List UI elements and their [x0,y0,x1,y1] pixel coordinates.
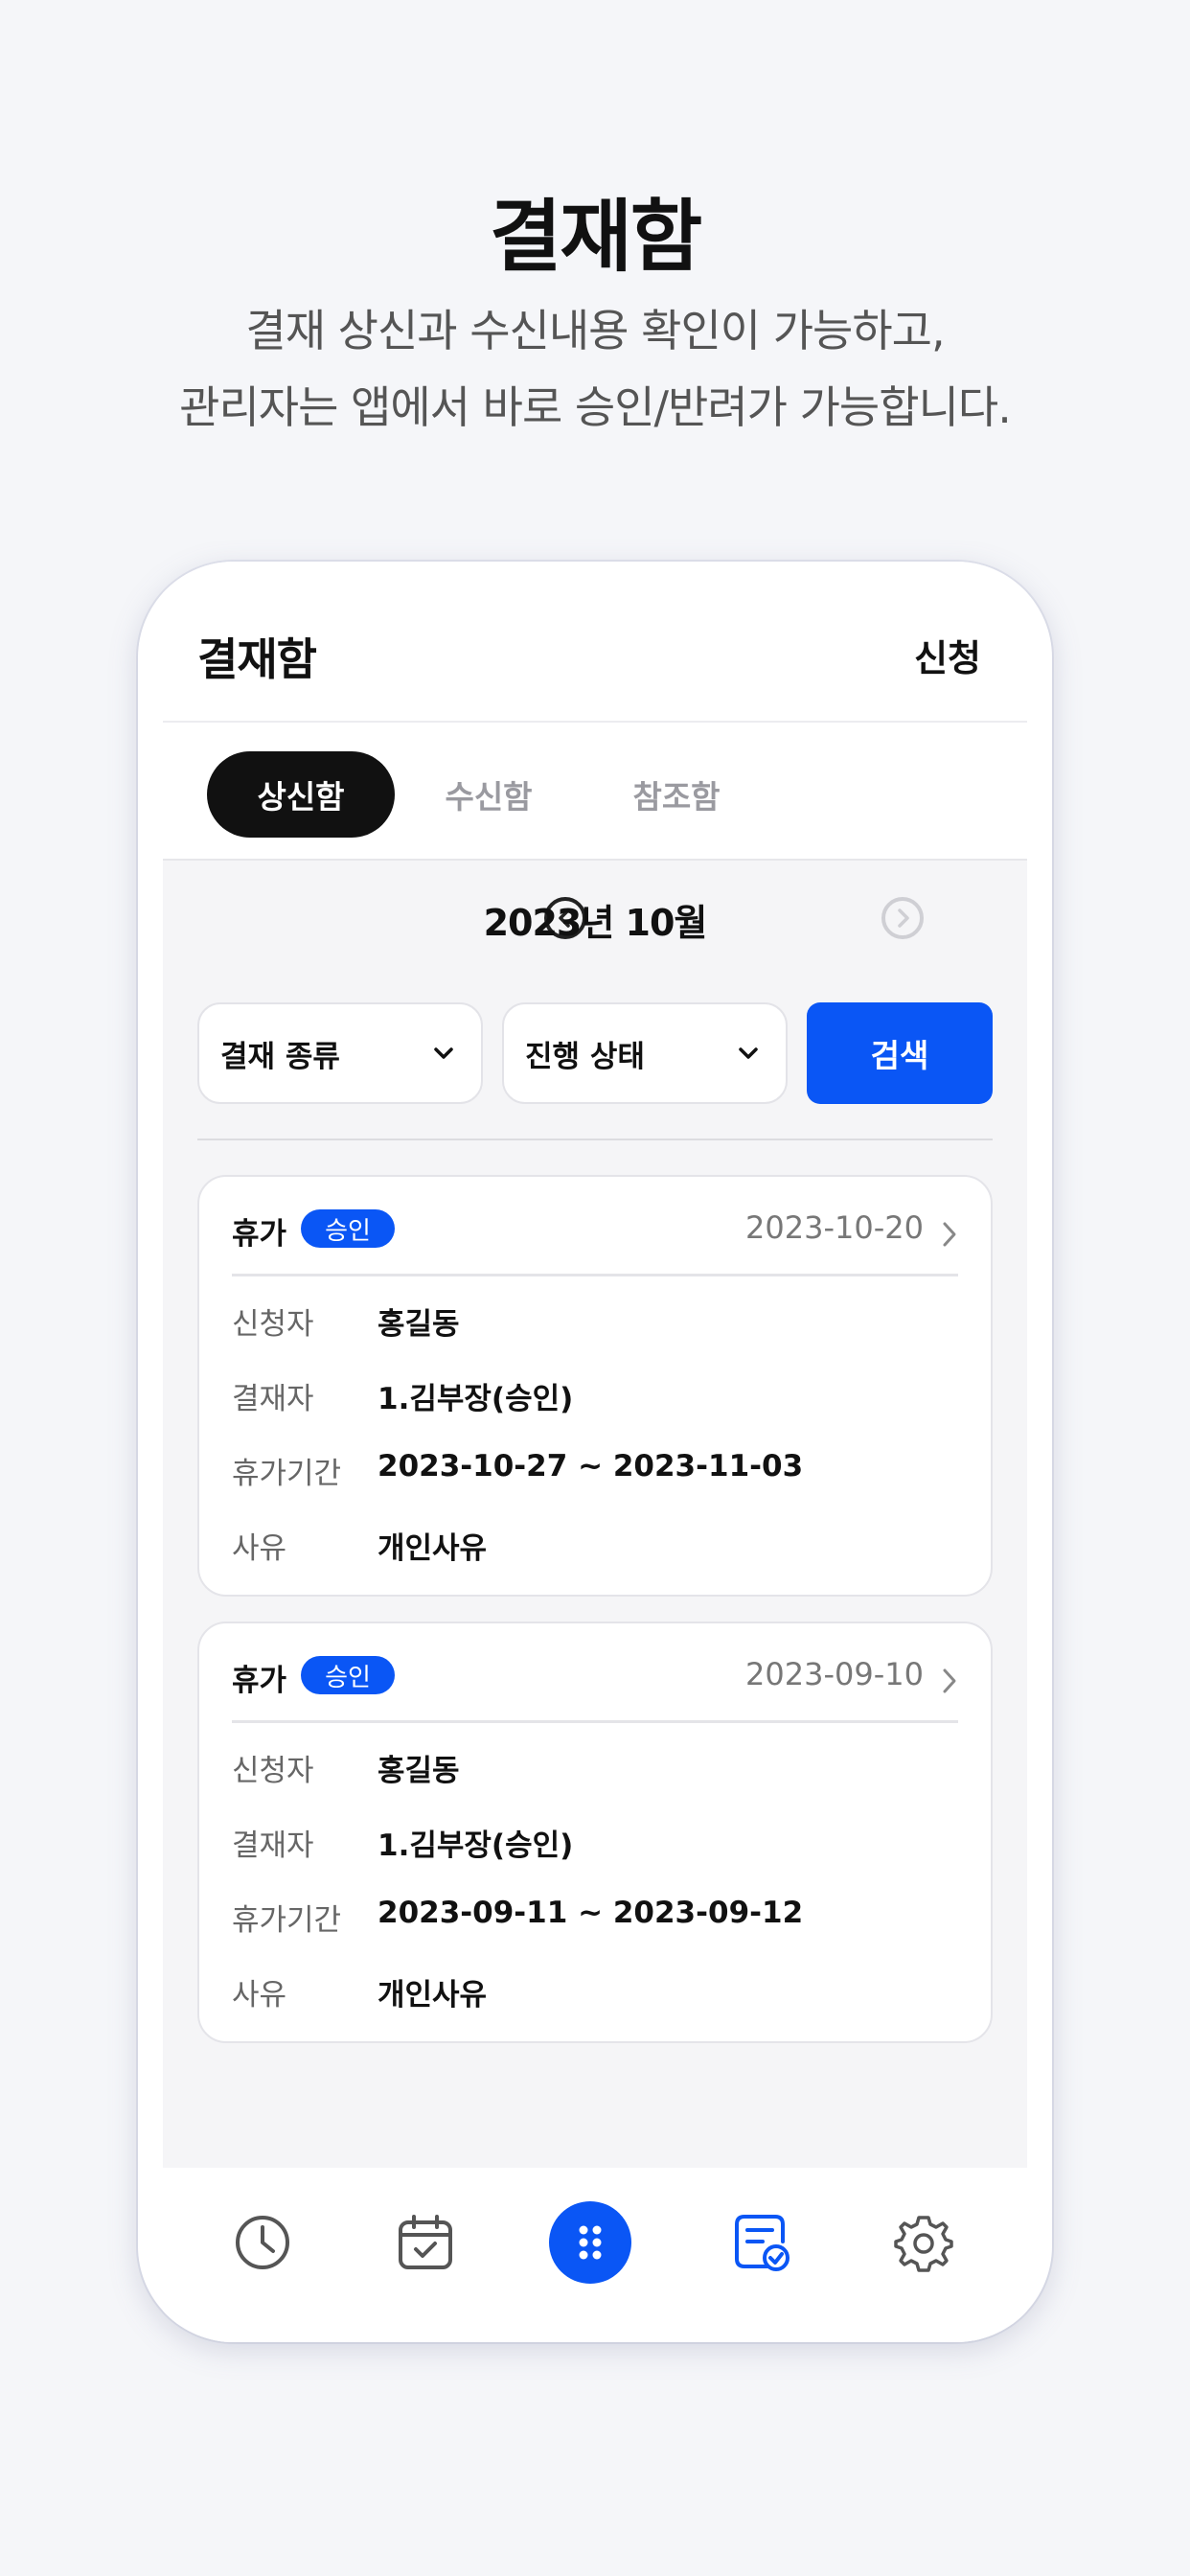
row-value: 2023-10-27 ~ 2023-11-03 [378,1449,804,1484]
bottom-nav [163,2168,1027,2342]
hero-subtitle-line-1: 결재 상신과 수신내용 확인이 가능하고, [245,305,945,356]
status-badge: 승인 [301,1656,395,1694]
row-key: 사유 [232,1978,287,2012]
tab-received[interactable]: 수신함 [395,751,583,838]
tab-reference[interactable]: 참조함 [583,751,770,838]
app-screen: 결재함 신청 상신함 수신함 참조함 2023년 10월 결재 종류 진행 상태… [163,562,1027,2342]
approval-doc-icon[interactable] [721,2202,801,2283]
page-title: 결재함 [197,633,317,685]
card-header: 휴가 승인 2023-10-20 [232,1177,958,1276]
row-value: 1.김부장(승인) [378,1828,574,1863]
chevron-right-icon [943,1668,956,1693]
chevron-right-icon [943,1222,956,1247]
clock-icon[interactable] [222,2202,303,2283]
row-value: 2023-09-11 ~ 2023-09-12 [378,1896,804,1930]
tab-bar: 상신함 수신함 참조함 [163,723,1027,861]
approval-type-select-label: 결재 종류 [220,1039,340,1074]
apps-grid-button-bg [549,2201,631,2284]
search-button[interactable]: 검색 [807,1002,993,1104]
settings-gear-icon[interactable] [883,2202,964,2283]
chevron-down-icon [739,1047,758,1059]
approval-card[interactable]: 휴가 승인 2023-10-20 신청자 홍길동 결재자 1.김부장(승인) 휴가기… [197,1175,993,1597]
row-value: 1.김부장(승인) [378,1382,574,1416]
row-key: 결재자 [232,1828,314,1863]
chevron-down-icon [434,1047,453,1059]
row-key: 신청자 [232,1307,314,1342]
card-type: 휴가 [232,1217,287,1252]
progress-status-select-label: 진행 상태 [525,1039,645,1074]
card-date: 2023-09-10 [745,1656,924,1692]
hero-subtitle-line-2: 관리자는 앱에서 바로 승인/반려가 가능합니다. [179,381,1012,433]
row-key: 결재자 [232,1382,314,1416]
divider [197,1138,993,1140]
progress-status-select[interactable]: 진행 상태 [502,1002,788,1104]
row-value: 개인사유 [378,1531,488,1566]
status-badge: 승인 [301,1209,395,1248]
app-bar: 결재함 신청 [163,562,1027,723]
card-date: 2023-10-20 [745,1209,924,1246]
apply-button[interactable]: 신청 [914,629,981,681]
hero-subtitle: 결재 상신과 수신내용 확인이 가능하고, 관리자는 앱에서 바로 승인/반려가… [0,292,1190,446]
tab-sent[interactable]: 상신함 [207,751,395,838]
row-value: 개인사유 [378,1978,488,2012]
calendar-check-icon[interactable] [385,2202,466,2283]
row-key: 신청자 [232,1754,314,1788]
row-key: 사유 [232,1531,287,1566]
row-key: 휴가기간 [232,1457,342,1491]
phone-frame: 결재함 신청 상신함 수신함 참조함 2023년 10월 결재 종류 진행 상태… [138,562,1052,2342]
card-header: 휴가 승인 2023-09-10 [232,1623,958,1723]
chevron-right-circle-icon[interactable] [881,897,924,939]
row-value: 홍길동 [378,1754,460,1788]
approval-card[interactable]: 휴가 승인 2023-09-10 신청자 홍길동 결재자 1.김부장(승인) 휴가기… [197,1622,993,2043]
month-selector: 2023년 10월 [163,887,1027,954]
approval-type-select[interactable]: 결재 종류 [197,1002,483,1104]
hero-title: 결재함 [489,192,702,283]
row-value: 홍길동 [378,1307,460,1342]
row-key: 휴가기간 [232,1903,342,1938]
apps-grid-icon[interactable] [549,2201,631,2284]
card-type: 휴가 [232,1664,287,1698]
